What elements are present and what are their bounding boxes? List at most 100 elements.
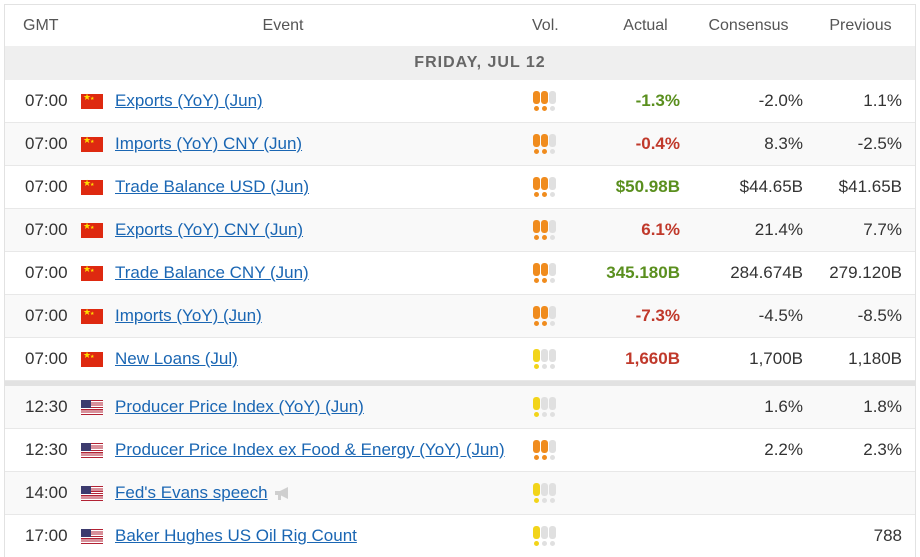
usa-flag-icon (81, 485, 103, 501)
volatility-bar-icon (533, 134, 540, 154)
volatility-bar-icon (549, 526, 556, 546)
volatility-indicator (529, 526, 593, 546)
event-time: 07:00 (25, 263, 68, 282)
volatility-bar-icon (533, 91, 540, 111)
volatility-bar-icon (541, 263, 548, 283)
volatility-bar-icon (533, 177, 540, 197)
consensus-value: -4.5% (758, 306, 803, 325)
header-event[interactable]: Event (77, 17, 529, 35)
event-time: 07:00 (25, 177, 68, 196)
previous-value: $41.65B (838, 177, 902, 196)
volatility-bar-icon (533, 349, 540, 369)
previous-value: 1.1% (863, 91, 902, 110)
volatility-bar-icon (549, 306, 556, 326)
volatility-bar-icon (549, 220, 556, 240)
event-link[interactable]: Producer Price Index ex Food & Energy (Y… (115, 440, 505, 460)
header-vol[interactable]: Vol. (529, 17, 593, 35)
table-row[interactable]: 07:00 Exports (YoY) (Jun) -1.3% -2.0% 1.… (5, 80, 915, 123)
previous-value: 279.120B (829, 263, 902, 282)
volatility-indicator (529, 177, 593, 197)
volatility-bar-icon (541, 134, 548, 154)
table-row[interactable]: 07:00 Exports (YoY) CNY (Jun) 6.1% 21.4%… (5, 209, 915, 252)
previous-value: -2.5% (857, 134, 902, 153)
consensus-value: 1.6% (764, 397, 803, 416)
volatility-bar-icon (549, 440, 556, 460)
volatility-bar-icon (549, 483, 556, 503)
volatility-indicator (529, 263, 593, 283)
event-cell: Exports (YoY) (Jun) (115, 91, 529, 111)
consensus-value: 284.674B (730, 263, 803, 282)
event-cell: Imports (YoY) CNY (Jun) (115, 134, 529, 154)
event-link[interactable]: Imports (YoY) CNY (Jun) (115, 134, 302, 154)
event-link[interactable]: Producer Price Index (YoY) (Jun) (115, 397, 364, 417)
event-cell: Producer Price Index (YoY) (Jun) (115, 397, 529, 417)
volatility-bar-icon (533, 483, 540, 503)
actual-value: 345.180B (606, 263, 680, 282)
volatility-bar-icon (541, 349, 548, 369)
day-divider: FRIDAY, JUL 12 (5, 46, 915, 80)
event-time: 12:30 (25, 440, 68, 459)
table-row[interactable]: 12:30 Producer Price Index (YoY) (Jun) 1… (5, 386, 915, 429)
volatility-bar-icon (541, 306, 548, 326)
volatility-bar-icon (549, 263, 556, 283)
event-time: 07:00 (25, 349, 68, 368)
consensus-value: $44.65B (739, 177, 803, 196)
volatility-bar-icon (533, 306, 540, 326)
previous-value: 7.7% (863, 220, 902, 239)
header-actual[interactable]: Actual (593, 17, 680, 35)
consensus-value: 21.4% (754, 220, 803, 239)
previous-value: 2.3% (863, 440, 902, 459)
actual-value: -0.4% (635, 134, 680, 153)
event-link[interactable]: Baker Hughes US Oil Rig Count (115, 526, 357, 546)
event-cell: Trade Balance CNY (Jun) (115, 263, 529, 283)
header-previous[interactable]: Previous (803, 17, 912, 35)
volatility-bar-icon (533, 440, 540, 460)
consensus-value: 1,700B (749, 349, 803, 368)
event-time: 07:00 (25, 306, 68, 325)
china-flag-icon (81, 264, 103, 281)
table-row[interactable]: 14:00 Fed's Evans speech (5, 472, 915, 515)
table-row[interactable]: 07:00 New Loans (Jul) 1,660B 1,700B 1,18… (5, 338, 915, 381)
china-flag-icon (81, 92, 103, 109)
table-header: GMT Event Vol. Actual Consensus Previous (5, 4, 915, 46)
table-row[interactable]: 07:00 Trade Balance CNY (Jun) 345.180B 2… (5, 252, 915, 295)
event-link[interactable]: Fed's Evans speech (115, 483, 268, 503)
volatility-indicator (529, 134, 593, 154)
table-row[interactable]: 12:30 Producer Price Index ex Food & Ene… (5, 429, 915, 472)
previous-value: -8.5% (857, 306, 902, 325)
event-link[interactable]: Imports (YoY) (Jun) (115, 306, 262, 326)
previous-value: 788 (873, 526, 902, 545)
economic-calendar-table: GMT Event Vol. Actual Consensus Previous… (4, 4, 916, 557)
event-time: 07:00 (25, 134, 68, 153)
consensus-value: 8.3% (764, 134, 803, 153)
actual-value: $50.98B (615, 177, 680, 196)
table-row[interactable]: 07:00 Imports (YoY) CNY (Jun) -0.4% 8.3%… (5, 123, 915, 166)
table-row[interactable]: 17:00 Baker Hughes US Oil Rig Count 788 (5, 515, 915, 557)
event-cell: Exports (YoY) CNY (Jun) (115, 220, 529, 240)
event-cell: Fed's Evans speech (115, 483, 529, 503)
volatility-bar-icon (533, 526, 540, 546)
event-link[interactable]: Trade Balance CNY (Jun) (115, 263, 309, 283)
china-flag-icon (81, 350, 103, 367)
event-time: 17:00 (25, 526, 68, 545)
header-gmt[interactable]: GMT (5, 17, 77, 35)
event-cell: New Loans (Jul) (115, 349, 529, 369)
header-consensus[interactable]: Consensus (680, 17, 803, 35)
volatility-bar-icon (549, 177, 556, 197)
usa-flag-icon (81, 442, 103, 458)
event-link[interactable]: Exports (YoY) CNY (Jun) (115, 220, 303, 240)
event-time: 07:00 (25, 91, 68, 110)
volatility-bar-icon (541, 220, 548, 240)
table-row[interactable]: 07:00 Trade Balance USD (Jun) $50.98B $4… (5, 166, 915, 209)
event-link[interactable]: Exports (YoY) (Jun) (115, 91, 263, 111)
event-link[interactable]: New Loans (Jul) (115, 349, 238, 369)
event-link[interactable]: Trade Balance USD (Jun) (115, 177, 309, 197)
volatility-indicator (529, 306, 593, 326)
previous-value: 1,180B (848, 349, 902, 368)
volatility-bar-icon (549, 91, 556, 111)
event-time: 12:30 (25, 397, 68, 416)
event-cell: Baker Hughes US Oil Rig Count (115, 526, 529, 546)
volatility-indicator (529, 91, 593, 111)
volatility-indicator (529, 440, 593, 460)
table-row[interactable]: 07:00 Imports (YoY) (Jun) -7.3% -4.5% -8… (5, 295, 915, 338)
